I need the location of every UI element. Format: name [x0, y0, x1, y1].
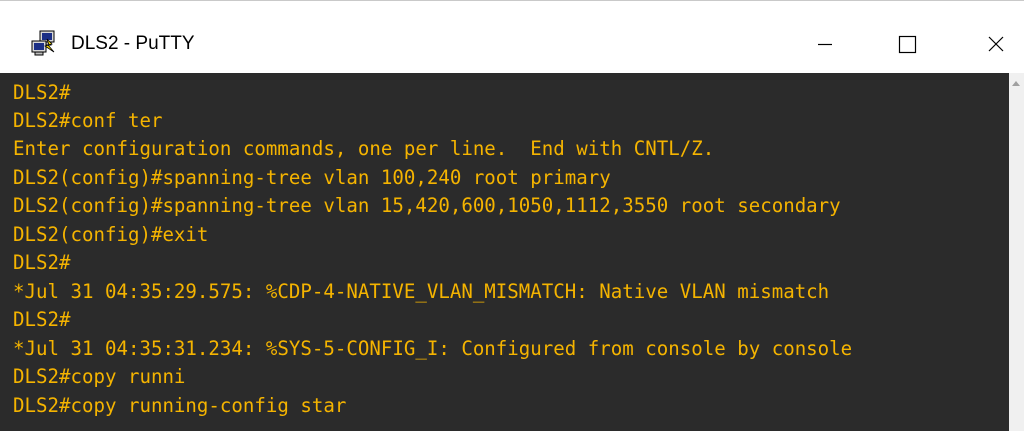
terminal-line: DLS2#: [13, 81, 71, 104]
terminal-line: DLS2#conf ter: [13, 109, 163, 132]
minimize-icon: [818, 43, 832, 46]
scroll-up-arrow-icon[interactable]: [1012, 81, 1020, 86]
putty-window: DLS2 - PuTTY DLS2# DLS2#conf ter Enter c…: [0, 0, 1024, 431]
terminal-line: *Jul 31 04:35:31.234: %SYS-5-CONFIG_I: C…: [13, 337, 853, 360]
terminal-line: Enter configuration commands, one per li…: [13, 137, 715, 160]
title-bar[interactable]: DLS2 - PuTTY: [0, 1, 1024, 73]
close-icon: [988, 36, 1004, 52]
maximize-icon: [898, 35, 917, 54]
terminal-line: DLS2(config)#spanning-tree vlan 15,420,6…: [13, 194, 841, 217]
terminal-line: *Jul 31 04:35:29.575: %CDP-4-NATIVE_VLAN…: [13, 280, 830, 303]
minimize-button[interactable]: [801, 23, 847, 65]
terminal-line: DLS2(config)#exit: [13, 223, 209, 246]
putty-icon[interactable]: [30, 30, 58, 58]
window-title: DLS2 - PuTTY: [71, 33, 195, 54]
terminal-line: DLS2#copy running-config star: [13, 394, 347, 417]
vertical-scrollbar[interactable]: [1009, 73, 1024, 431]
close-button[interactable]: [972, 23, 1018, 65]
terminal-line: DLS2#copy runni: [13, 365, 186, 388]
terminal-output[interactable]: DLS2# DLS2#conf ter Enter configuration …: [0, 73, 1009, 431]
terminal-line: DLS2(config)#spanning-tree vlan 100,240 …: [13, 166, 611, 189]
terminal-line: DLS2#: [13, 308, 71, 331]
maximize-button[interactable]: [884, 23, 930, 65]
terminal-line: DLS2#: [13, 251, 71, 274]
